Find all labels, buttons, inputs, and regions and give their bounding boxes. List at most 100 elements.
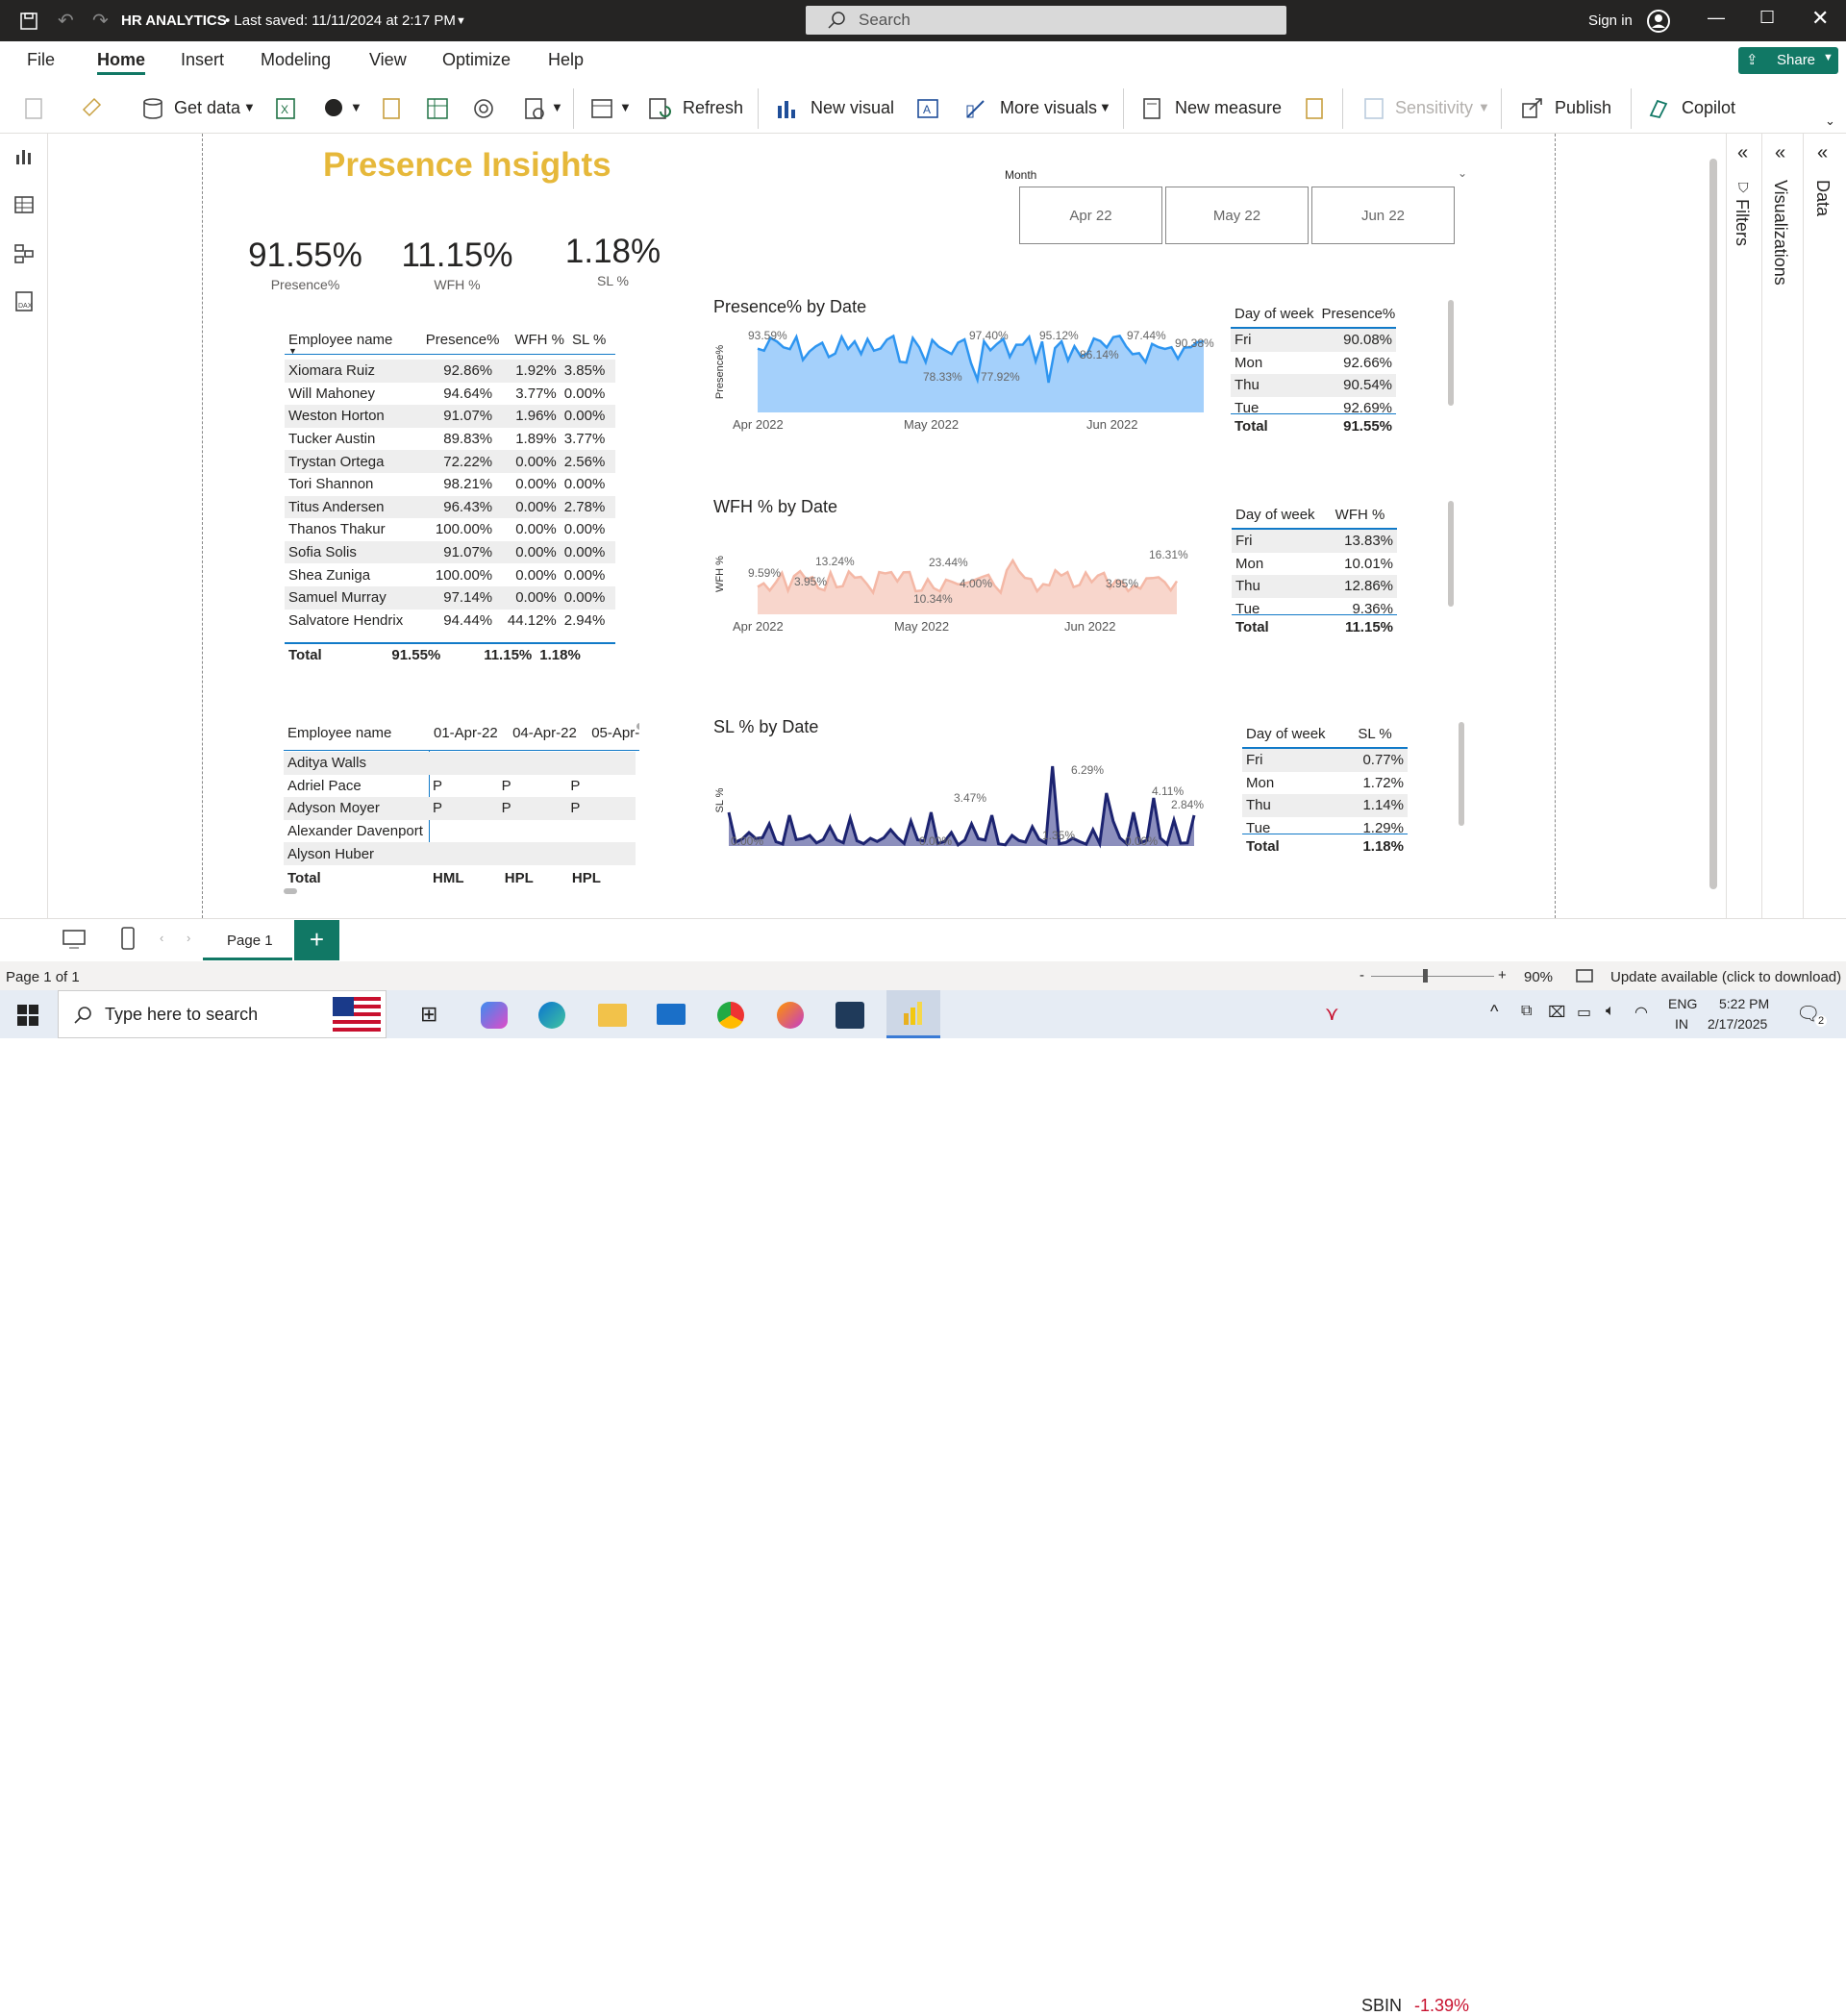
zoom-slider-thumb[interactable] <box>1423 969 1428 983</box>
scrollbar[interactable] <box>1459 722 1464 826</box>
refresh-button[interactable]: Refresh <box>683 98 743 118</box>
format-painter-icon[interactable] <box>81 96 104 119</box>
table-row[interactable]: Tucker Austin 89.83% 1.89% 3.77% <box>285 428 615 451</box>
table-row[interactable]: Will Mahoney 94.64% 3.77% 0.00% <box>285 383 615 406</box>
employee-table[interactable]: Employee name Presence% WFH % SL % ▼ Xio… <box>285 325 615 646</box>
table-row[interactable]: Tori Shannon 98.21% 0.00% 0.00% <box>285 473 615 496</box>
language-indicator[interactable]: ENG <box>1668 996 1697 1011</box>
dow-presence-table[interactable]: Day of week Presence% Fri 90.08% Mon 92.66% Th… <box>1231 300 1399 437</box>
table-row[interactable]: Fri 0.77% <box>1242 749 1408 772</box>
scroll-handle[interactable] <box>636 723 639 730</box>
menu-modeling[interactable]: Modeling <box>261 50 331 70</box>
wifi-icon[interactable]: ◠ <box>1634 1003 1648 1022</box>
presence-area-chart[interactable]: Presence% 93.59% 97.40% 95.12% 97.44% 90.38% 7… <box>711 322 1221 437</box>
report-view-icon[interactable] <box>12 145 36 168</box>
last-saved[interactable]: • Last saved: 11/11/2024 at 2:17 PM <box>225 12 456 29</box>
windows-start-icon[interactable] <box>17 1005 38 1026</box>
menu-home[interactable]: Home <box>97 50 145 70</box>
col-header[interactable]: SL % <box>568 325 615 354</box>
data-pane-label[interactable]: Data <box>1812 180 1833 216</box>
battery-icon[interactable]: ▭ <box>1577 1003 1591 1022</box>
task-view-icon[interactable]: ⊞ <box>420 1002 437 1027</box>
powerbi-taskbar-button[interactable] <box>886 990 940 1038</box>
chevron-down-icon[interactable]: ▼ <box>456 15 466 27</box>
table-row[interactable]: Aditya Walls <box>284 752 636 775</box>
col-header[interactable]: WFH % <box>1332 501 1397 528</box>
dataverse-icon[interactable] <box>380 96 403 121</box>
undo-icon[interactable]: ↶ <box>58 9 74 33</box>
chevron-down-icon[interactable]: ▼ <box>1099 100 1111 114</box>
sign-in-link[interactable]: Sign in <box>1588 12 1633 29</box>
slicer-option[interactable]: Apr 22 <box>1019 187 1162 244</box>
clock-date[interactable]: 2/17/2025 <box>1708 1016 1767 1032</box>
share-button[interactable]: ⇪ Share ▼ <box>1738 47 1838 74</box>
kpi-sl[interactable]: 1.18% SL % <box>548 233 678 288</box>
table-view-icon[interactable] <box>12 193 36 216</box>
menu-view[interactable]: View <box>369 50 407 70</box>
close-icon[interactable]: ✕ <box>1811 6 1829 31</box>
col-header[interactable]: Presence% <box>412 325 504 354</box>
next-page-icon[interactable]: › <box>187 931 190 945</box>
canvas-scrollbar[interactable] <box>1709 159 1717 889</box>
expand-data-icon[interactable]: « <box>1817 142 1828 164</box>
col-header[interactable]: Presence% <box>1318 300 1400 327</box>
quick-measure-icon[interactable] <box>1303 96 1328 121</box>
chevron-down-icon[interactable]: ▼ <box>551 100 563 114</box>
table-row[interactable]: Thu 1.14% <box>1242 794 1408 817</box>
menu-optimize[interactable]: Optimize <box>442 50 511 70</box>
search-box[interactable]: Search <box>806 6 1286 35</box>
sensitivity-icon[interactable] <box>1361 96 1386 121</box>
tray-app-icon[interactable]: ⧉ <box>1521 1003 1532 1020</box>
col-header[interactable]: WFH % <box>504 325 569 354</box>
attendance-matrix[interactable]: Employee name 01-Apr-22 04-Apr-22 05-Apr… <box>284 721 639 865</box>
col-header[interactable]: Day of week <box>1232 501 1332 528</box>
maximize-icon[interactable]: ☐ <box>1759 8 1775 28</box>
chevron-down-icon[interactable]: ▼ <box>619 100 632 114</box>
taskbar-search[interactable]: Type here to search <box>58 990 387 1038</box>
col-header[interactable]: 01-Apr-22 <box>430 721 509 745</box>
table-row[interactable]: Thu 90.54% <box>1231 374 1396 397</box>
slicer-option[interactable]: May 22 <box>1165 187 1309 244</box>
zoom-out-button[interactable]: - <box>1360 967 1364 983</box>
excel-icon[interactable]: X <box>274 96 297 121</box>
col-header[interactable]: SL % <box>1354 720 1408 747</box>
volume-icon[interactable]: 🔈︎ <box>1606 1003 1615 1020</box>
col-header[interactable]: 05-Apr- <box>587 721 639 745</box>
table-row[interactable]: Mon 92.66% <box>1231 352 1396 375</box>
table-row[interactable]: Alexander Davenport <box>284 820 636 843</box>
database-icon[interactable] <box>140 96 165 121</box>
table-row[interactable]: Mon 10.01% <box>1232 553 1397 576</box>
clock-time[interactable]: 5:22 PM <box>1719 996 1769 1011</box>
refresh-icon[interactable] <box>647 96 672 121</box>
chevron-down-icon[interactable]: ⌄ <box>1458 166 1467 180</box>
dax-query-icon[interactable]: DAX <box>12 289 36 312</box>
col-header[interactable]: 04-Apr-22 <box>509 721 587 745</box>
menu-insert[interactable]: Insert <box>181 50 224 70</box>
visualizations-pane-label[interactable]: Visualizations <box>1770 180 1790 286</box>
page-tab-page1[interactable]: Page 1 <box>203 919 292 960</box>
fit-to-page-icon[interactable] <box>1575 967 1594 984</box>
minimize-icon[interactable]: — <box>1708 8 1725 28</box>
table-row[interactable]: Weston Horton 91.07% 1.96% 0.00% <box>285 405 615 428</box>
slicer-option[interactable]: Jun 22 <box>1311 187 1455 244</box>
scrollbar[interactable] <box>1448 300 1454 406</box>
menu-file[interactable]: File <box>27 50 55 70</box>
copilot-app-icon[interactable] <box>481 1002 508 1029</box>
table-row[interactable]: Alyson Huber <box>284 842 636 865</box>
redo-icon[interactable]: ↷ <box>92 9 109 33</box>
col-header[interactable]: Employee name <box>284 721 430 745</box>
chrome-browser-icon[interactable] <box>717 1002 744 1029</box>
col-header[interactable]: Day of week <box>1231 300 1318 327</box>
transform-data-icon[interactable] <box>589 96 614 121</box>
filters-pane-label[interactable]: Filters <box>1732 199 1752 246</box>
more-visuals-icon[interactable] <box>964 96 989 121</box>
kpi-wfh[interactable]: 11.15% WFH % <box>392 236 522 292</box>
mobile-layout-icon[interactable] <box>120 926 136 951</box>
col-header[interactable]: Day of week <box>1242 720 1354 747</box>
table-row[interactable]: Thu 12.86% <box>1232 575 1397 598</box>
chevron-down-icon[interactable]: ▼ <box>1478 100 1490 114</box>
zoom-slider[interactable] <box>1371 976 1494 977</box>
onelake-icon[interactable] <box>322 96 345 119</box>
table-row[interactable]: Adriel Pace P P P <box>284 775 636 798</box>
zoom-in-button[interactable]: + <box>1498 967 1507 983</box>
